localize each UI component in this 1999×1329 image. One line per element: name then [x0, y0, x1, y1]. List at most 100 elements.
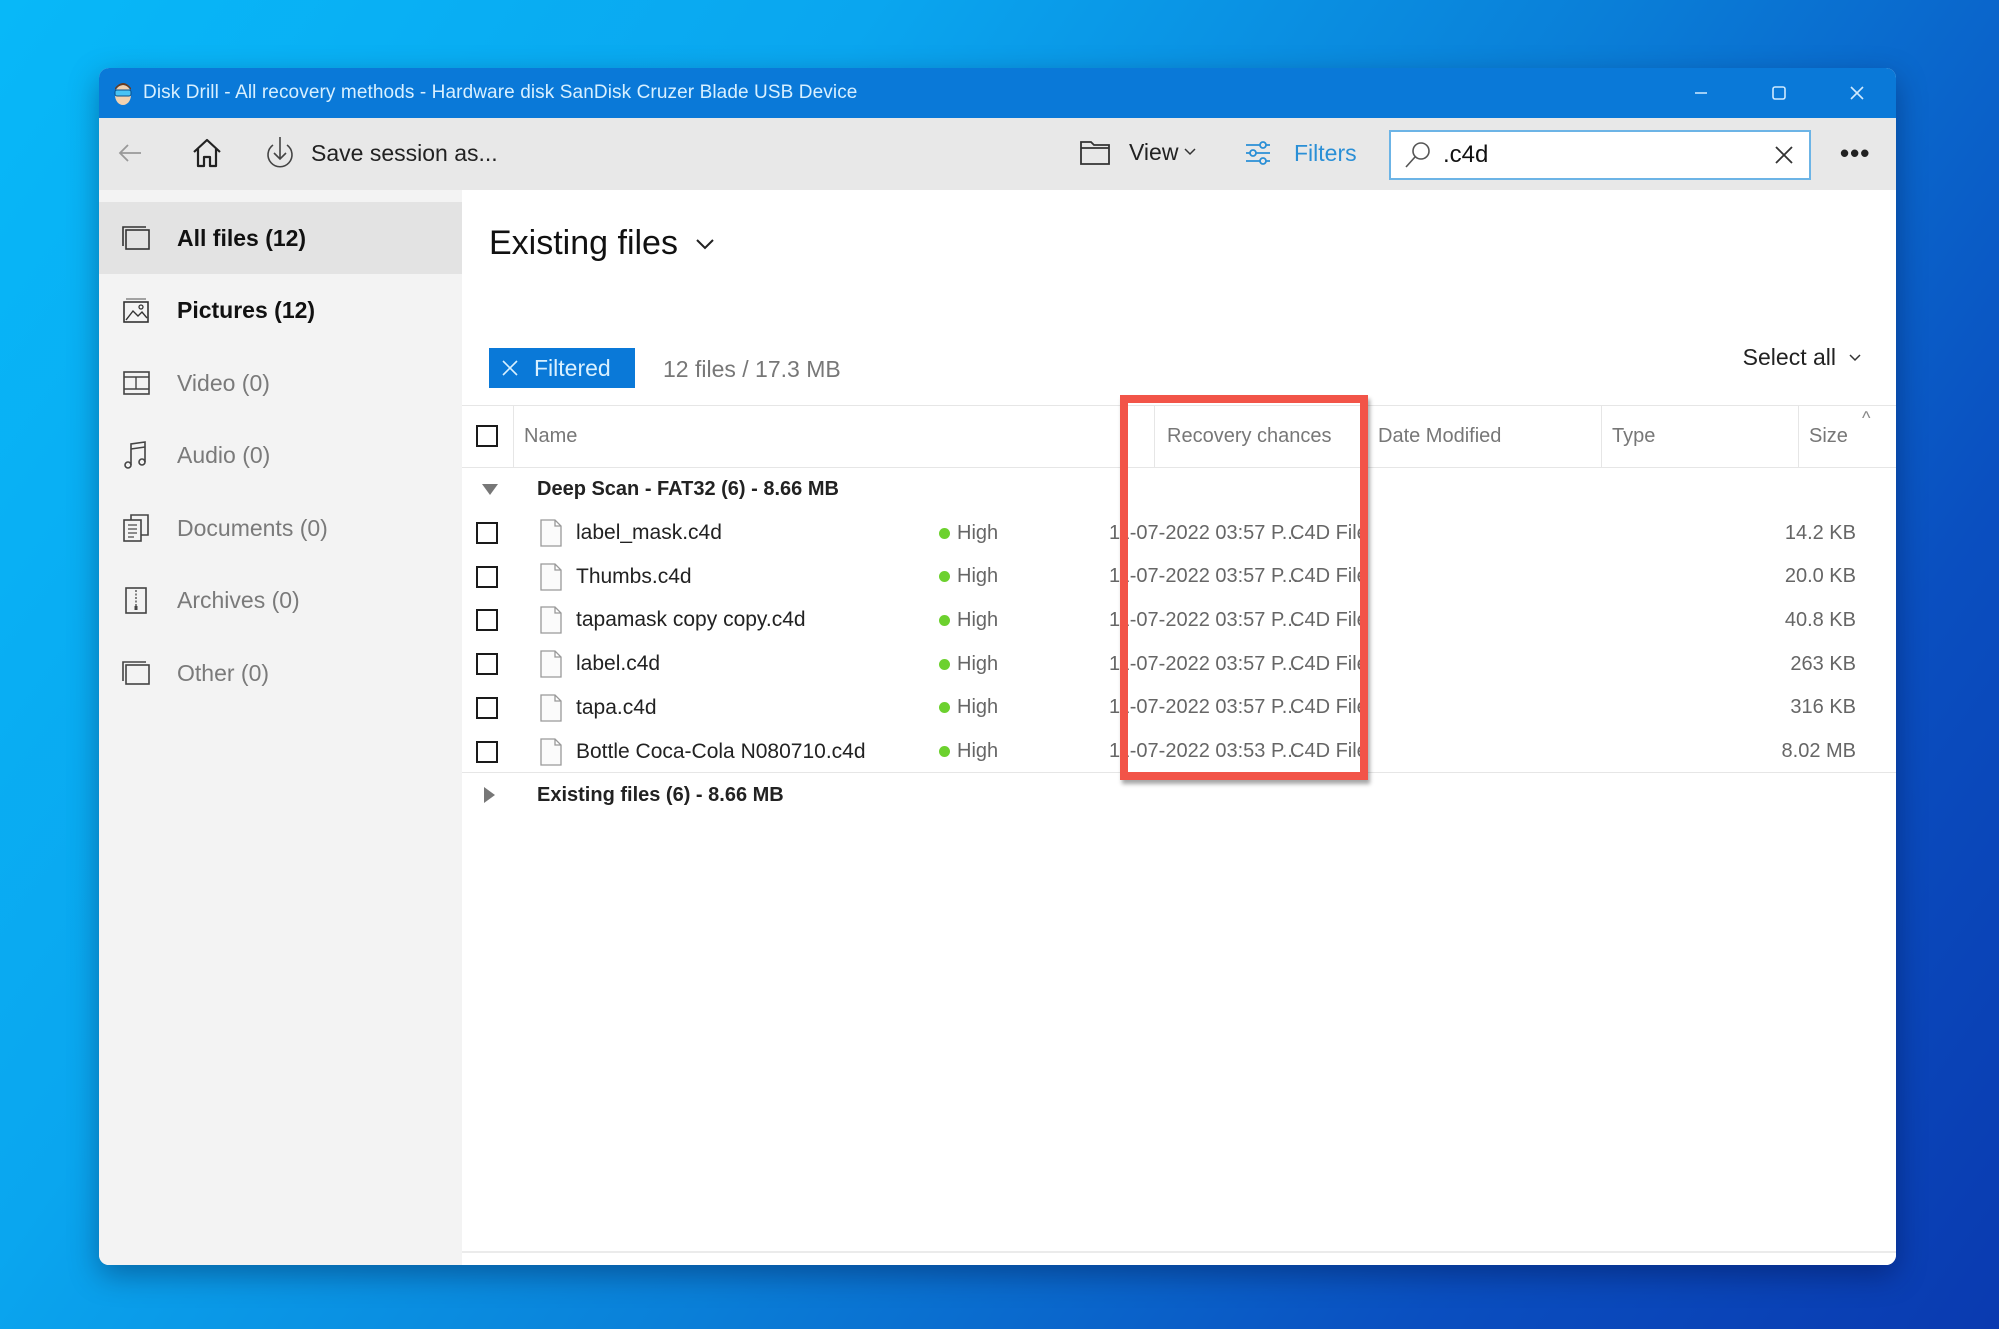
file-row[interactable]: tapamask copy copy.c4d High 11-07-2022 03:… — [462, 598, 1896, 642]
close-window-button[interactable] — [1818, 68, 1896, 118]
caret-right-icon[interactable] — [482, 785, 496, 805]
sidebar: All files (12) Pictures (12) Video (0) A… — [99, 190, 462, 1265]
file-type: C4D File — [1290, 696, 1368, 719]
file-row[interactable]: label.c4d High 11-07-2022 03:57 P... C4D Fi… — [462, 642, 1896, 686]
more-options-button[interactable]: ••• — [1840, 138, 1870, 169]
file-name-cell: tapamask copy copy.c4d — [540, 606, 806, 635]
file-size: 8.02 MB — [1781, 740, 1856, 762]
save-session-label: Save session as... — [311, 139, 498, 166]
column-label: Size — [1809, 425, 1848, 447]
row-checkbox[interactable] — [476, 740, 498, 763]
window-title: Disk Drill - All recovery methods - Hard… — [143, 82, 858, 103]
minimize-button[interactable] — [1662, 68, 1740, 118]
arrow-left-icon — [118, 144, 141, 162]
recovery-chance: High — [957, 740, 999, 762]
toolbar: Save session as... View Filters ••• — [99, 118, 1896, 190]
file-name: label.c4d — [576, 652, 661, 676]
file-icon — [540, 563, 562, 591]
sidebar-item-label: Other (0) — [177, 659, 270, 686]
file-type: C4D File — [1290, 565, 1368, 588]
date-modified: 11-07-2022 03:57 P... — [1109, 696, 1299, 719]
remove-filter-icon[interactable] — [500, 358, 520, 378]
all-files-icon — [121, 223, 151, 253]
audio-icon — [121, 440, 151, 470]
column-header-date-modified[interactable]: Date Modified — [1367, 406, 1601, 467]
group-label: Existing files (6) - 8.66 MB — [537, 783, 784, 806]
sidebar-item-other[interactable]: Other (0) — [99, 637, 462, 709]
search-box[interactable] — [1389, 130, 1811, 180]
caret-down-icon[interactable] — [480, 482, 500, 496]
filtered-chip[interactable]: Filtered — [489, 348, 635, 388]
column-header-name[interactable]: Name — [513, 406, 1127, 467]
recovery-chance-cell: High — [939, 696, 998, 719]
home-icon — [193, 138, 221, 168]
recovery-chance-cell: High — [939, 522, 998, 545]
file-icon — [540, 737, 562, 766]
sidebar-item-label: All files (12) — [177, 224, 307, 251]
file-name: Bottle Coca-Cola N080710.c4d — [576, 739, 866, 763]
filters-label: Filters — [1294, 139, 1357, 166]
chevron-down-icon — [1849, 353, 1861, 361]
file-type: C4D File — [1290, 608, 1368, 631]
recovery-chance-cell: High — [939, 740, 998, 763]
sidebar-item-video[interactable]: Video (0) — [99, 347, 462, 419]
select-all-checkbox[interactable] — [476, 425, 498, 447]
maximize-button[interactable] — [1740, 68, 1818, 118]
view-title-dropdown[interactable]: Existing files — [489, 224, 716, 263]
file-row[interactable]: Thumbs.c4d High 11-07-2022 03:57 P... C4D F… — [462, 555, 1896, 599]
file-size: 316 KB — [1790, 696, 1856, 719]
maximize-icon — [1772, 86, 1786, 100]
back-button[interactable] — [115, 138, 145, 168]
sidebar-item-all-files[interactable]: All files (12) — [99, 202, 462, 274]
sidebar-item-label: Pictures (12) — [177, 296, 316, 323]
other-icon — [121, 658, 151, 688]
row-checkbox[interactable] — [476, 609, 498, 632]
group-row-deep-scan[interactable]: Deep Scan - FAT32 (6) - 8.66 MB — [462, 467, 1896, 511]
row-checkbox[interactable] — [476, 696, 498, 719]
file-size: 20.0 KB — [1784, 565, 1856, 588]
sidebar-item-documents[interactable]: Documents (0) — [99, 492, 462, 564]
group-row-existing-files[interactable]: Existing files (6) - 8.66 MB — [462, 773, 1896, 817]
file-row[interactable]: Bottle Coca-Cola N080710.c4d High 11-07-20… — [462, 730, 1896, 774]
column-header-size[interactable]: Size ^ — [1798, 406, 1896, 467]
recovery-chance: High — [957, 696, 999, 719]
sidebar-item-label: Audio (0) — [177, 441, 271, 468]
chevron-down-icon — [696, 238, 714, 249]
close-icon — [1850, 86, 1864, 100]
sidebar-item-archives[interactable]: Archives (0) — [99, 564, 462, 636]
footer-divider — [462, 1251, 1896, 1253]
column-label: Type — [1612, 425, 1656, 447]
recovery-status-dot — [939, 614, 950, 626]
file-size: 40.8 KB — [1784, 608, 1856, 631]
view-button[interactable]: View — [1079, 138, 1197, 166]
filters-button[interactable]: Filters — [1243, 138, 1357, 168]
sidebar-item-audio[interactable]: Audio (0) — [99, 419, 462, 491]
date-modified: 11-07-2022 03:57 P... — [1109, 521, 1299, 544]
group-label: Deep Scan - FAT32 (6) - 8.66 MB — [537, 477, 839, 500]
file-row[interactable]: label_mask.c4d High 11-07-2022 03:57 P... C… — [462, 511, 1896, 555]
page-title: Existing files — [489, 224, 678, 262]
save-session-button[interactable]: Save session as... — [263, 135, 498, 171]
row-checkbox[interactable] — [476, 653, 498, 676]
row-checkbox[interactable] — [476, 565, 498, 588]
recovery-chance: High — [957, 652, 999, 675]
recovery-status-dot — [939, 571, 950, 583]
column-header-recovery-chances[interactable]: Recovery chances — [1154, 406, 1367, 467]
home-button[interactable] — [190, 136, 224, 170]
row-checkbox[interactable] — [476, 522, 498, 544]
disk-drill-mascot-icon — [113, 80, 133, 106]
file-type: C4D File — [1290, 521, 1368, 544]
select-all-dropdown[interactable]: Select all — [1743, 344, 1862, 371]
recovery-status-dot — [939, 527, 950, 539]
file-name: label_mask.c4d — [576, 521, 722, 544]
file-row[interactable]: tapa.c4d High 11-07-2022 03:57 P... C4D Fil… — [462, 686, 1896, 730]
clear-search-icon[interactable] — [1773, 144, 1795, 166]
sliders-icon — [1246, 141, 1270, 165]
recovery-chance: High — [957, 608, 999, 631]
search-input[interactable] — [1441, 140, 1745, 170]
column-label: Date Modified — [1378, 425, 1502, 447]
main-panel: Existing files Filtered 12 files / 17.3 … — [462, 190, 1896, 1265]
date-modified: 11-07-2022 03:57 P... — [1109, 652, 1299, 675]
column-header-type[interactable]: Type — [1601, 406, 1798, 467]
sidebar-item-pictures[interactable]: Pictures (12) — [99, 274, 462, 346]
